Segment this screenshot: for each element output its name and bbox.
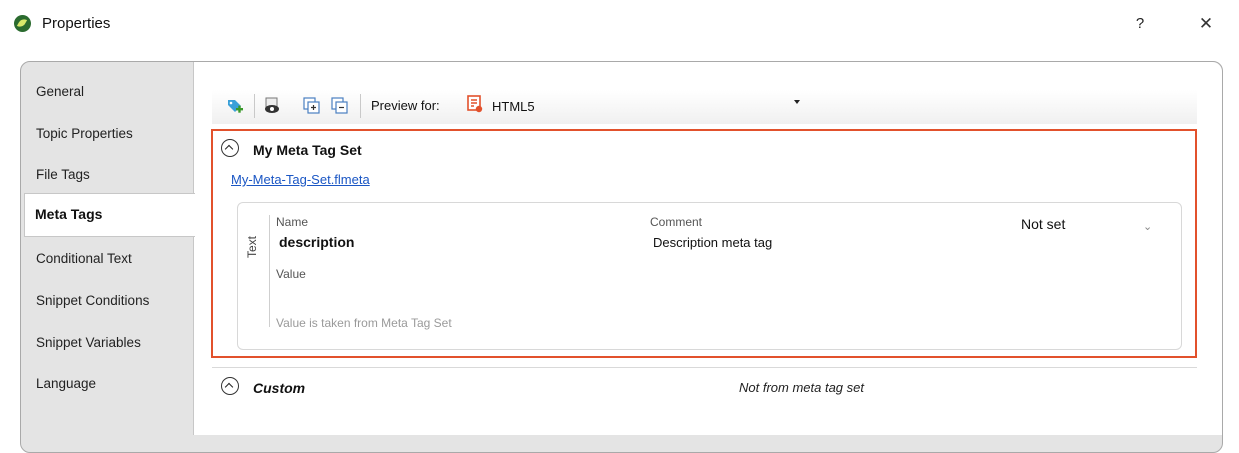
custom-section-title: Custom xyxy=(253,380,306,396)
collapse-toggle-icon[interactable] xyxy=(221,377,239,395)
title-bar: Properties ? ✕ xyxy=(0,0,1239,50)
preview-eye-icon[interactable] xyxy=(263,97,281,115)
sidebar-item-label: Meta Tags xyxy=(35,206,103,222)
tag-name-value: description xyxy=(279,234,355,250)
help-button[interactable]: ? xyxy=(1128,11,1152,37)
status-select[interactable]: Not set xyxy=(1021,216,1065,232)
sidebar-item-meta-tags[interactable]: Meta Tags xyxy=(24,193,195,237)
add-tag-icon[interactable] xyxy=(226,97,244,115)
toolbar-separator xyxy=(360,94,361,118)
sidebar-item-file-tags[interactable]: File Tags xyxy=(36,167,90,182)
toolbar-separator xyxy=(254,94,255,118)
chevron-down-icon[interactable] xyxy=(794,100,800,104)
divider xyxy=(269,215,270,327)
collapse-toggle-icon[interactable] xyxy=(221,139,239,157)
chevron-down-icon[interactable]: ⌄ xyxy=(1143,220,1152,233)
value-label: Value xyxy=(276,267,306,281)
value-hint: Value is taken from Meta Tag Set xyxy=(276,316,452,330)
meta-tag-set-link[interactable]: My-Meta-Tag-Set.flmeta xyxy=(231,172,370,187)
expand-all-icon[interactable] xyxy=(303,97,321,115)
sidebar-item-general[interactable]: General xyxy=(36,84,84,99)
section-divider xyxy=(212,367,1197,368)
name-label: Name xyxy=(276,215,309,229)
sidebar-item-topic-properties[interactable]: Topic Properties xyxy=(36,126,133,141)
collapse-all-icon[interactable] xyxy=(331,97,349,115)
comment-label: Comment xyxy=(650,215,703,229)
preview-for-label: Preview for: xyxy=(371,98,440,113)
sidebar-item-snippet-variables[interactable]: Snippet Variables xyxy=(36,335,141,350)
tag-group-label: Text xyxy=(245,235,259,258)
close-button[interactable]: ✕ xyxy=(1193,11,1219,37)
comment-value: Description meta tag xyxy=(653,235,773,250)
custom-section-note: Not from meta tag set xyxy=(739,380,864,395)
sidebar-item-snippet-conditions[interactable]: Snippet Conditions xyxy=(36,293,149,308)
window-title: Properties xyxy=(42,15,111,32)
meta-tag-set-title: My Meta Tag Set xyxy=(253,142,362,158)
preview-target-select[interactable]: HTML5 xyxy=(492,99,535,114)
sidebar-item-language[interactable]: Language xyxy=(36,376,96,391)
html5-target-icon xyxy=(467,95,483,113)
app-logo-icon xyxy=(14,15,31,32)
sidebar-item-conditional-text[interactable]: Conditional Text xyxy=(36,251,132,266)
sidebar: General Topic Properties File Tags Condi… xyxy=(21,62,193,435)
